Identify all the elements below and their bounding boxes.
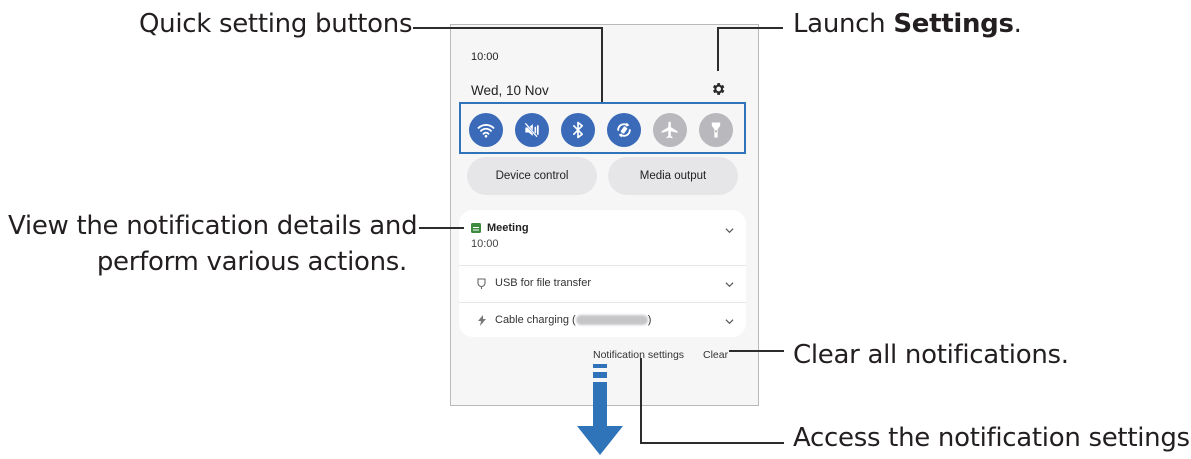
notification-settings-button[interactable]: Notification settings [593,349,684,361]
launch-suffix: . [1013,9,1022,39]
launch-settings-bold: Settings [893,9,1014,39]
status-time: 10:00 [471,51,499,63]
cable-charging-text[interactable]: Cable charging () [495,314,651,326]
chevron-down-icon[interactable] [725,317,734,326]
flashlight-icon [711,122,721,138]
notifications-card: Meeting 10:00 USB for file transfer Cabl… [459,210,746,337]
notification-panel-screen: 10:00 Wed, 10 Nov Device control Media o… [450,24,759,406]
device-control-button[interactable]: Device control [467,157,597,195]
bluetooth-button[interactable] [561,113,595,147]
leader-line-clear [729,350,784,352]
auto-rotate-button[interactable] [607,113,641,147]
auto-rotate-icon [617,122,631,138]
quick-settings-callout: Quick setting buttons [139,9,413,39]
divider [459,302,746,303]
clear-all-callout: Clear all notifications. [793,340,1069,370]
sound-mute-button[interactable] [515,113,549,147]
meeting-title[interactable]: Meeting [487,222,529,234]
leader-line-settings-drop [717,27,719,71]
leader-line-quick-settings-drop [601,27,603,102]
calendar-icon [471,223,481,233]
status-date: Wed, 10 Nov [471,83,549,98]
usb-icon [477,278,486,289]
launch-settings-callout: Launch Settings. [793,6,1022,42]
gear-icon[interactable] [710,81,726,97]
clear-button[interactable]: Clear [703,349,728,361]
leader-line-notification-settings [640,442,784,444]
airplane-mode-button[interactable] [653,113,687,147]
leader-line-quick-settings [413,27,602,29]
lightning-icon [478,315,486,326]
access-settings-callout: Access the notification settings. [793,423,1191,453]
chevron-down-icon[interactable] [725,226,734,235]
cable-charging-label: Cable charging ( [495,314,576,326]
mute-icon [524,122,539,138]
usb-notification-text[interactable]: USB for file transfer [495,277,591,289]
flashlight-button[interactable] [699,113,733,147]
divider [459,265,746,266]
notification-details-callout-line1: View the notification details and [8,211,418,241]
notification-details-callout-line2: perform various actions. [96,247,407,277]
media-output-button[interactable]: Media output [608,157,738,195]
wifi-button[interactable] [469,113,503,147]
launch-prefix: Launch [793,9,894,39]
leader-line-notification-settings-drop [640,358,642,443]
meeting-time: 10:00 [471,238,499,250]
wifi-icon [477,124,495,138]
leader-line-settings [717,27,783,29]
redacted-blur [575,315,648,326]
cable-charging-close: ) [647,314,652,326]
airplane-icon [661,121,678,139]
leader-line-notifications [419,227,464,229]
bluetooth-icon [573,121,583,139]
swipe-down-arrow [577,364,623,455]
chevron-down-icon[interactable] [725,280,734,289]
